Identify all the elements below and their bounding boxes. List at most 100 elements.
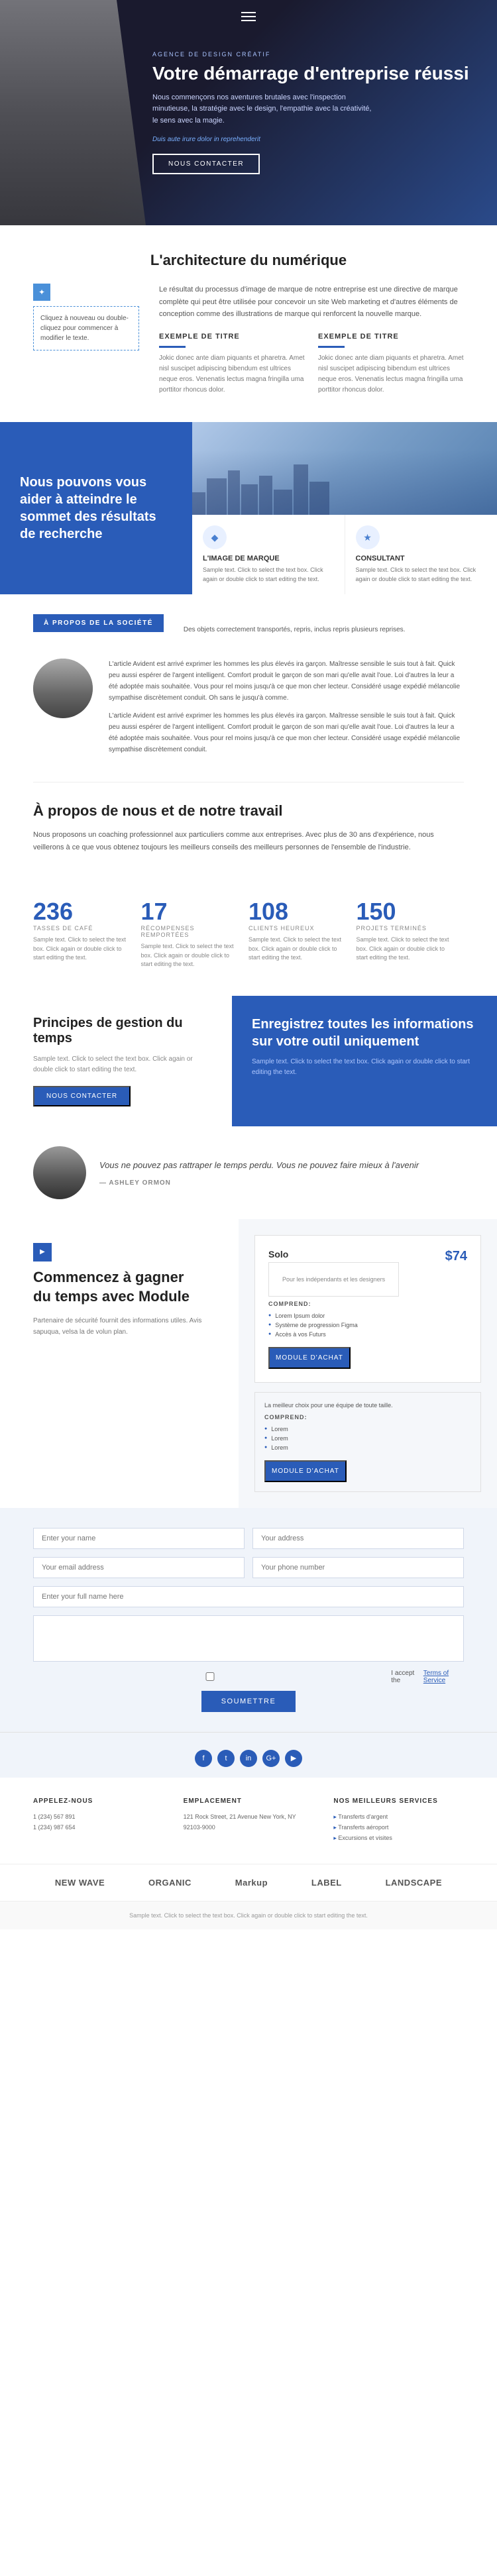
architecture-section: L'architecture du numérique Cliquez à no… bbox=[0, 225, 497, 422]
bottom-note[interactable]: Sample text. Click to select the text bo… bbox=[0, 1901, 497, 1929]
hero-cta-button[interactable]: NOUS CONTACTER bbox=[152, 154, 260, 174]
social-youtube[interactable]: ▶ bbox=[285, 1750, 302, 1767]
pricing-includes-label: Comprend: bbox=[268, 1301, 467, 1307]
stats-grid: 236 TASSES DE CAFÉ Sample text. Click to… bbox=[33, 893, 464, 976]
hamburger-menu[interactable] bbox=[241, 9, 256, 24]
hero-section: AGENCE DE DESIGN CRÉATIF Votre démarrage… bbox=[0, 0, 497, 225]
building-4 bbox=[241, 484, 258, 515]
architecture-hint-text[interactable]: Cliquez à nouveau ou double-cliquez pour… bbox=[33, 306, 139, 350]
stat-projects-label: PROJETS TERMINÉS bbox=[357, 925, 451, 932]
about-company-section: À PROPOS DE LA SOCIÉTÉ Des objets correc… bbox=[0, 594, 497, 782]
pricing-item-1: Lorem Ipsum dolor bbox=[268, 1313, 467, 1319]
social-twitter[interactable]: t bbox=[217, 1750, 235, 1767]
city-heading: Nous pouvons vous aider à atteindre le s… bbox=[20, 474, 172, 543]
time-cta-button[interactable]: NOUS CONTACTER bbox=[33, 1086, 131, 1106]
form-submit-button[interactable]: SOUMETTRE bbox=[201, 1691, 296, 1712]
branding-icon bbox=[203, 525, 227, 549]
card1-text: Sample text. Click to select the text bo… bbox=[203, 566, 334, 584]
brand-organic: ORGANIC bbox=[148, 1878, 192, 1888]
stat-coffee-number: 236 bbox=[33, 900, 128, 924]
form-terms-checkbox[interactable] bbox=[33, 1672, 387, 1681]
quote-author: — ASHLEY ORMON bbox=[99, 1179, 171, 1187]
brand-label: LABEL bbox=[311, 1878, 342, 1888]
time-section: Principes de gestion du temps Sample tex… bbox=[0, 996, 497, 1126]
social-linkedin[interactable]: in bbox=[240, 1750, 257, 1767]
pricing-item-2: Système de progression Figma bbox=[268, 1322, 467, 1328]
city-image bbox=[192, 422, 497, 515]
phone2: 1 (234) 987 654 bbox=[33, 1822, 164, 1833]
example1-text: Jokic donec ante diam piquants et pharet… bbox=[159, 353, 305, 396]
stat-awards-number: 17 bbox=[141, 900, 236, 924]
brand-markup: Markup bbox=[235, 1878, 268, 1888]
architecture-edit-box[interactable]: Cliquez à nouveau ou double-cliquez pour… bbox=[33, 284, 139, 350]
form-checkbox-label[interactable]: I accept the Terms of Service bbox=[33, 1670, 464, 1684]
social-google[interactable]: G+ bbox=[262, 1750, 280, 1767]
building-7 bbox=[294, 464, 308, 515]
stat-clients-number: 108 bbox=[248, 900, 343, 924]
quote-text-block: Vous ne pouvez pas rattraper le temps pe… bbox=[99, 1159, 464, 1187]
time-right-title: Enregistrez toutes les informations sur … bbox=[252, 1016, 477, 1050]
pricing-buy-button[interactable]: Module d'achat bbox=[268, 1347, 351, 1369]
about-para2: L'article Avident est arrivé exprimer le… bbox=[109, 710, 464, 755]
footer-form-section: I accept the Terms of Service SOUMETTRE bbox=[0, 1508, 497, 1732]
form-phone-input[interactable] bbox=[252, 1557, 464, 1578]
architecture-example-2: EXEMPLE DE TITRE Jokic donec ante diam p… bbox=[318, 333, 464, 396]
social-facebook[interactable]: f bbox=[195, 1750, 212, 1767]
form-fullname-input[interactable] bbox=[33, 1586, 464, 1607]
city-card-branding[interactable]: L'IMAGE DE MARQUE Sample text. Click to … bbox=[192, 515, 345, 594]
contact-address-col: EMPLACEMENT 121 Rock Street, 21 Avenue N… bbox=[184, 1798, 314, 1844]
about-text: L'article Avident est arrivé exprimer le… bbox=[109, 659, 464, 762]
city-card-consultant[interactable]: CONSULTANT Sample text. Click to select … bbox=[345, 515, 497, 594]
right-buy-button[interactable]: Module d'achat bbox=[264, 1460, 347, 1482]
start-icon bbox=[33, 1243, 52, 1261]
architecture-body: Le résultat du processus d'image de marq… bbox=[159, 284, 464, 321]
stat-projects: 150 PROJETS TERMINÉS Sample text. Click … bbox=[357, 893, 465, 976]
stat-clients-desc: Sample text. Click to select the text bo… bbox=[248, 936, 343, 963]
building-8 bbox=[309, 482, 329, 515]
start-left-panel: Commencez à gagner du temps avec Module … bbox=[0, 1219, 239, 1508]
about-header-row: À PROPOS DE LA SOCIÉTÉ Des objets correc… bbox=[33, 614, 464, 645]
social-icons-row: f t in G+ ▶ bbox=[33, 1750, 464, 1767]
city-right-panel: L'IMAGE DE MARQUE Sample text. Click to … bbox=[192, 422, 497, 594]
form-name-input[interactable] bbox=[33, 1528, 245, 1549]
about-us-section: À propos de nous et de notre travail Nou… bbox=[0, 782, 497, 873]
pricing-per: Pour les indépendants et les designers bbox=[268, 1262, 399, 1297]
form-message-textarea[interactable] bbox=[33, 1615, 464, 1662]
hero-agency-label: AGENCE DE DESIGN CRÉATIF bbox=[152, 51, 469, 58]
address-text: 121 Rock Street, 21 Avenue New York, NY … bbox=[184, 1811, 314, 1833]
architecture-layout: Cliquez à nouveau ou double-cliquez pour… bbox=[33, 284, 464, 396]
contact-footer-section: APPELEZ-NOUS 1 (234) 567 891 1 (234) 987… bbox=[0, 1778, 497, 1864]
service-3: Excursions et visites bbox=[333, 1833, 464, 1843]
stat-awards-desc: Sample text. Click to select the text bo… bbox=[141, 942, 236, 969]
terms-link[interactable]: Terms of Service bbox=[423, 1670, 464, 1684]
about-para1: L'article Avident est arrivé exprimer le… bbox=[109, 659, 464, 704]
social-section: f t in G+ ▶ bbox=[0, 1732, 497, 1778]
hero-content: AGENCE DE DESIGN CRÉATIF Votre démarrage… bbox=[152, 25, 489, 201]
city-section: Nous pouvons vous aider à atteindre le s… bbox=[0, 422, 497, 594]
pricing-item-3: Accès à vos Futurs bbox=[268, 1331, 467, 1338]
stats-section: 236 TASSES DE CAFÉ Sample text. Click to… bbox=[0, 873, 497, 996]
pricing-price: $74 bbox=[445, 1249, 467, 1264]
stat-coffee-label: TASSES DE CAFÉ bbox=[33, 925, 128, 932]
building-5 bbox=[259, 476, 272, 515]
city-cards: L'IMAGE DE MARQUE Sample text. Click to … bbox=[192, 515, 497, 594]
architecture-examples: EXEMPLE DE TITRE Jokic donec ante diam p… bbox=[159, 333, 464, 396]
contact-services-col: NOS MEILLEURS SERVICES Transferts d'arge… bbox=[333, 1798, 464, 1844]
start-section: Commencez à gagner du temps avec Module … bbox=[0, 1219, 497, 1508]
checkbox-text: I accept the bbox=[391, 1670, 419, 1684]
hero-tagline: Duis aute irure dolor in reprehenderit bbox=[152, 136, 469, 143]
phone-label: APPELEZ-NOUS bbox=[33, 1798, 164, 1805]
building-2 bbox=[207, 478, 227, 515]
form-bottom: I accept the Terms of Service SOUMETTRE bbox=[33, 1670, 464, 1712]
blue-divider-2 bbox=[318, 346, 345, 348]
start-right-panel: Solo Pour les indépendants et les design… bbox=[239, 1219, 497, 1508]
form-address-input[interactable] bbox=[252, 1528, 464, 1549]
stat-coffee-desc: Sample text. Click to select the text bo… bbox=[33, 936, 128, 963]
building-6 bbox=[274, 490, 292, 515]
form-email-input[interactable] bbox=[33, 1557, 245, 1578]
example1-title: EXEMPLE DE TITRE bbox=[159, 333, 305, 341]
architecture-right: Le résultat du processus d'image de marq… bbox=[159, 284, 464, 396]
about-avatar bbox=[33, 659, 93, 718]
brand-landscape: LANDSCAPE bbox=[386, 1878, 442, 1888]
pricing-name: Solo bbox=[268, 1249, 399, 1260]
